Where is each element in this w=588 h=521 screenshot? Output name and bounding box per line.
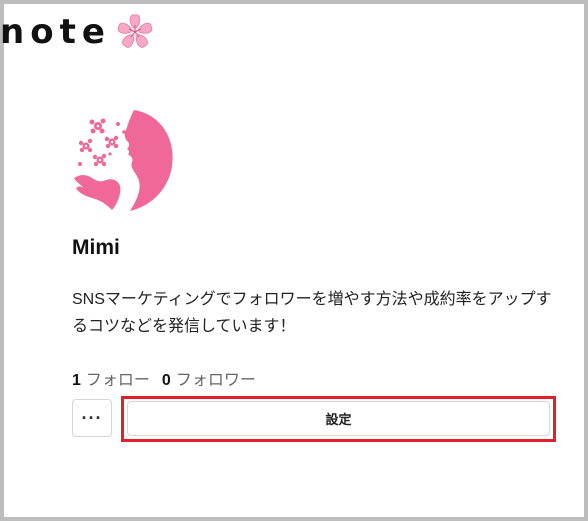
profile-name: Mimi <box>72 236 120 259</box>
settings-button[interactable]: 設定 <box>127 401 550 436</box>
logo-text: note <box>0 12 111 52</box>
note-logo[interactable]: note <box>0 10 157 54</box>
page-frame <box>0 0 588 521</box>
follow-count[interactable]: 1 <box>72 372 81 390</box>
avatar[interactable] <box>72 108 176 212</box>
more-options-button[interactable]: ··· <box>72 399 112 437</box>
follower-count[interactable]: 0 <box>162 372 171 390</box>
follower-label[interactable]: フォロワー <box>176 366 256 390</box>
sakura-flower-icon <box>117 14 153 48</box>
profile-bio: SNSマーケティングでフォロワーを増やす方法や成約率をアップするコツなどを発信し… <box>72 291 552 335</box>
follow-label[interactable]: フォロー <box>86 366 150 390</box>
follow-stats: 1 フォロー 0 フォロワー <box>72 366 268 390</box>
